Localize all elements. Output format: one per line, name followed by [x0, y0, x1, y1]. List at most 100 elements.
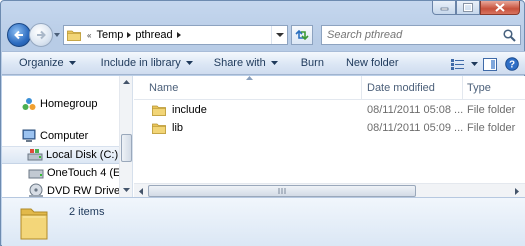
- maximize-button[interactable]: [456, 1, 480, 15]
- burn-label: Burn: [300, 57, 324, 69]
- chevron-down-icon: [470, 61, 478, 66]
- sidebar-item-label: Local Disk (C:): [46, 149, 119, 161]
- close-icon: [495, 3, 505, 12]
- include-in-library-label: Include in library: [100, 57, 181, 69]
- folder-icon: [152, 105, 166, 116]
- close-button[interactable]: [480, 1, 520, 15]
- local-disk-icon: [27, 147, 43, 163]
- breadcrumb-pthread[interactable]: pthread: [132, 29, 175, 41]
- explorer-window: « Temp pthread Search pthread Organize I…: [0, 0, 525, 246]
- scroll-up-arrow[interactable]: [122, 78, 131, 87]
- magnifier-icon[interactable]: [503, 29, 516, 42]
- share-with-label: Share with: [213, 57, 266, 69]
- sidebar-item-dvd-drive[interactable]: DVD RW Drive (F: [28, 182, 132, 197]
- file-date: 08/11/2011 05:08 ...: [367, 104, 463, 116]
- preview-pane-button[interactable]: [479, 53, 501, 75]
- column-label: Date modified: [367, 82, 435, 94]
- organize-label: Organize: [19, 57, 64, 69]
- homegroup-icon: [21, 96, 37, 112]
- address-bar[interactable]: « Temp pthread: [63, 25, 288, 45]
- chevron-down-icon: [68, 60, 76, 65]
- breadcrumb: « Temp pthread: [85, 29, 182, 41]
- external-drive-icon: [28, 165, 44, 181]
- command-bar: Organize Include in library Share with B…: [2, 51, 525, 75]
- file-date: 08/11/2011 05:09 ...: [367, 122, 463, 134]
- navigation-bar: « Temp pthread: [1, 19, 525, 51]
- maximize-icon: [463, 3, 473, 12]
- change-view-button[interactable]: [447, 53, 469, 75]
- breadcrumb-chevron-icon[interactable]: [176, 31, 182, 39]
- file-type: File folder: [467, 122, 516, 134]
- help-button[interactable]: ?: [501, 53, 523, 75]
- address-dropdown-button[interactable]: [271, 26, 287, 44]
- grip-icon: [278, 188, 286, 194]
- chevron-down-icon: [185, 60, 193, 65]
- search-input[interactable]: [322, 29, 492, 41]
- chevron-up-icon: [123, 80, 130, 84]
- scroll-left-arrow[interactable]: [136, 186, 146, 196]
- forward-button[interactable]: [29, 23, 53, 47]
- folder-icon: [20, 208, 48, 240]
- file-name-cell: include: [134, 101, 362, 119]
- sidebar-item-homegroup[interactable]: Homegroup: [21, 95, 97, 113]
- share-with-button[interactable]: Share with: [202, 52, 287, 74]
- details-pane: 2 items: [2, 197, 525, 246]
- breadcrumb-overflow[interactable]: «: [85, 31, 93, 40]
- sidebar-item-label: OneTouch 4 (E:): [47, 167, 128, 179]
- sidebar-item-label: Computer: [40, 130, 89, 142]
- view-controls: ?: [447, 53, 523, 75]
- file-list: Name Date modified Type include 08/11/20…: [134, 76, 525, 197]
- dvd-drive-icon: [28, 183, 44, 197]
- column-headers: Name Date modified Type: [134, 76, 525, 100]
- file-type: File folder: [467, 104, 516, 116]
- scrollbar-thumb[interactable]: [148, 185, 416, 197]
- refresh-icon: [295, 29, 309, 41]
- svg-text:?: ?: [509, 60, 515, 71]
- folder-icon: [67, 30, 81, 41]
- refresh-button[interactable]: [291, 25, 313, 45]
- chevron-down-icon: [275, 33, 284, 37]
- organize-button[interactable]: Organize: [2, 52, 85, 74]
- navigation-pane: Homegroup Computer Local Disk (C:) OneTo…: [2, 76, 133, 197]
- caption-buttons: [432, 1, 520, 15]
- table-row[interactable]: lib 08/11/2011 05:09 ... File folder: [134, 119, 525, 137]
- file-name-cell: lib: [134, 119, 362, 137]
- preview-pane-icon: [483, 57, 497, 71]
- chevron-down-icon: [123, 188, 130, 192]
- view-options-dropdown[interactable]: [469, 53, 479, 75]
- burn-button[interactable]: Burn: [287, 52, 333, 74]
- file-name: lib: [172, 122, 184, 134]
- content-area: Homegroup Computer Local Disk (C:) OneTo…: [2, 76, 525, 197]
- navigation-scrollbar[interactable]: [119, 76, 132, 197]
- column-header-date[interactable]: Date modified: [362, 76, 463, 100]
- folder-icon: [152, 123, 166, 134]
- column-header-type[interactable]: Type: [463, 76, 525, 100]
- sidebar-item-onetouch[interactable]: OneTouch 4 (E:): [28, 164, 127, 182]
- column-header-name[interactable]: Name: [134, 76, 362, 100]
- back-button[interactable]: [7, 23, 31, 47]
- scroll-down-arrow[interactable]: [122, 186, 131, 195]
- item-count: 2 items: [69, 206, 105, 218]
- table-row[interactable]: include 08/11/2011 05:08 ... File folder: [134, 101, 525, 119]
- history-dropdown-icon[interactable]: [53, 31, 61, 39]
- scroll-right-arrow[interactable]: [512, 186, 522, 196]
- sidebar-item-local-disk[interactable]: Local Disk (C:): [2, 146, 119, 164]
- column-label: Name: [149, 82, 179, 94]
- column-label: Type: [467, 82, 491, 94]
- include-in-library-button[interactable]: Include in library: [85, 52, 202, 74]
- minimize-button[interactable]: [432, 1, 456, 15]
- chevron-right-icon: [514, 187, 519, 195]
- sidebar-item-label: Homegroup: [40, 98, 98, 110]
- horizontal-scrollbar[interactable]: [134, 183, 525, 197]
- sidebar-item-computer[interactable]: Computer: [21, 127, 88, 145]
- new-folder-label: New folder: [345, 57, 399, 69]
- search-box[interactable]: [321, 25, 521, 45]
- chevron-left-icon: [138, 187, 143, 195]
- forward-arrow-icon: [37, 30, 46, 40]
- chevron-down-icon: [270, 60, 278, 65]
- new-folder-button[interactable]: New folder: [333, 52, 408, 74]
- help-icon: ?: [505, 57, 519, 71]
- computer-icon: [21, 128, 37, 144]
- scrollbar-thumb[interactable]: [121, 134, 132, 162]
- breadcrumb-temp[interactable]: Temp: [93, 29, 126, 41]
